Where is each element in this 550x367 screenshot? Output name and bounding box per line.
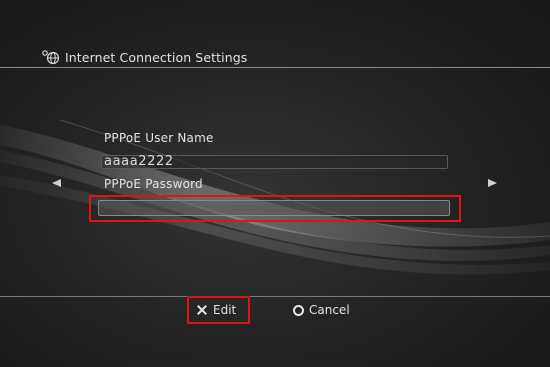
user-name-value: aaaa2222 [104, 154, 174, 169]
cancel-button-label: Cancel [309, 303, 350, 317]
password-label: PPPoE Password [104, 177, 203, 191]
network-globe-icon [42, 50, 60, 65]
arrow-left-icon[interactable] [52, 179, 61, 187]
user-name-label: PPPoE User Name [104, 131, 214, 145]
password-field-highlight [89, 195, 461, 222]
cancel-button[interactable]: Cancel [293, 300, 350, 320]
circle-button-icon [293, 304, 304, 316]
settings-screen: Internet Connection Settings PPPoE User … [0, 0, 550, 367]
page-title: Internet Connection Settings [65, 49, 248, 65]
header-divider [0, 67, 550, 68]
arrow-right-icon[interactable] [488, 179, 497, 187]
edit-button-highlight [187, 296, 250, 324]
header: Internet Connection Settings [40, 46, 247, 68]
footer-divider [0, 296, 550, 297]
